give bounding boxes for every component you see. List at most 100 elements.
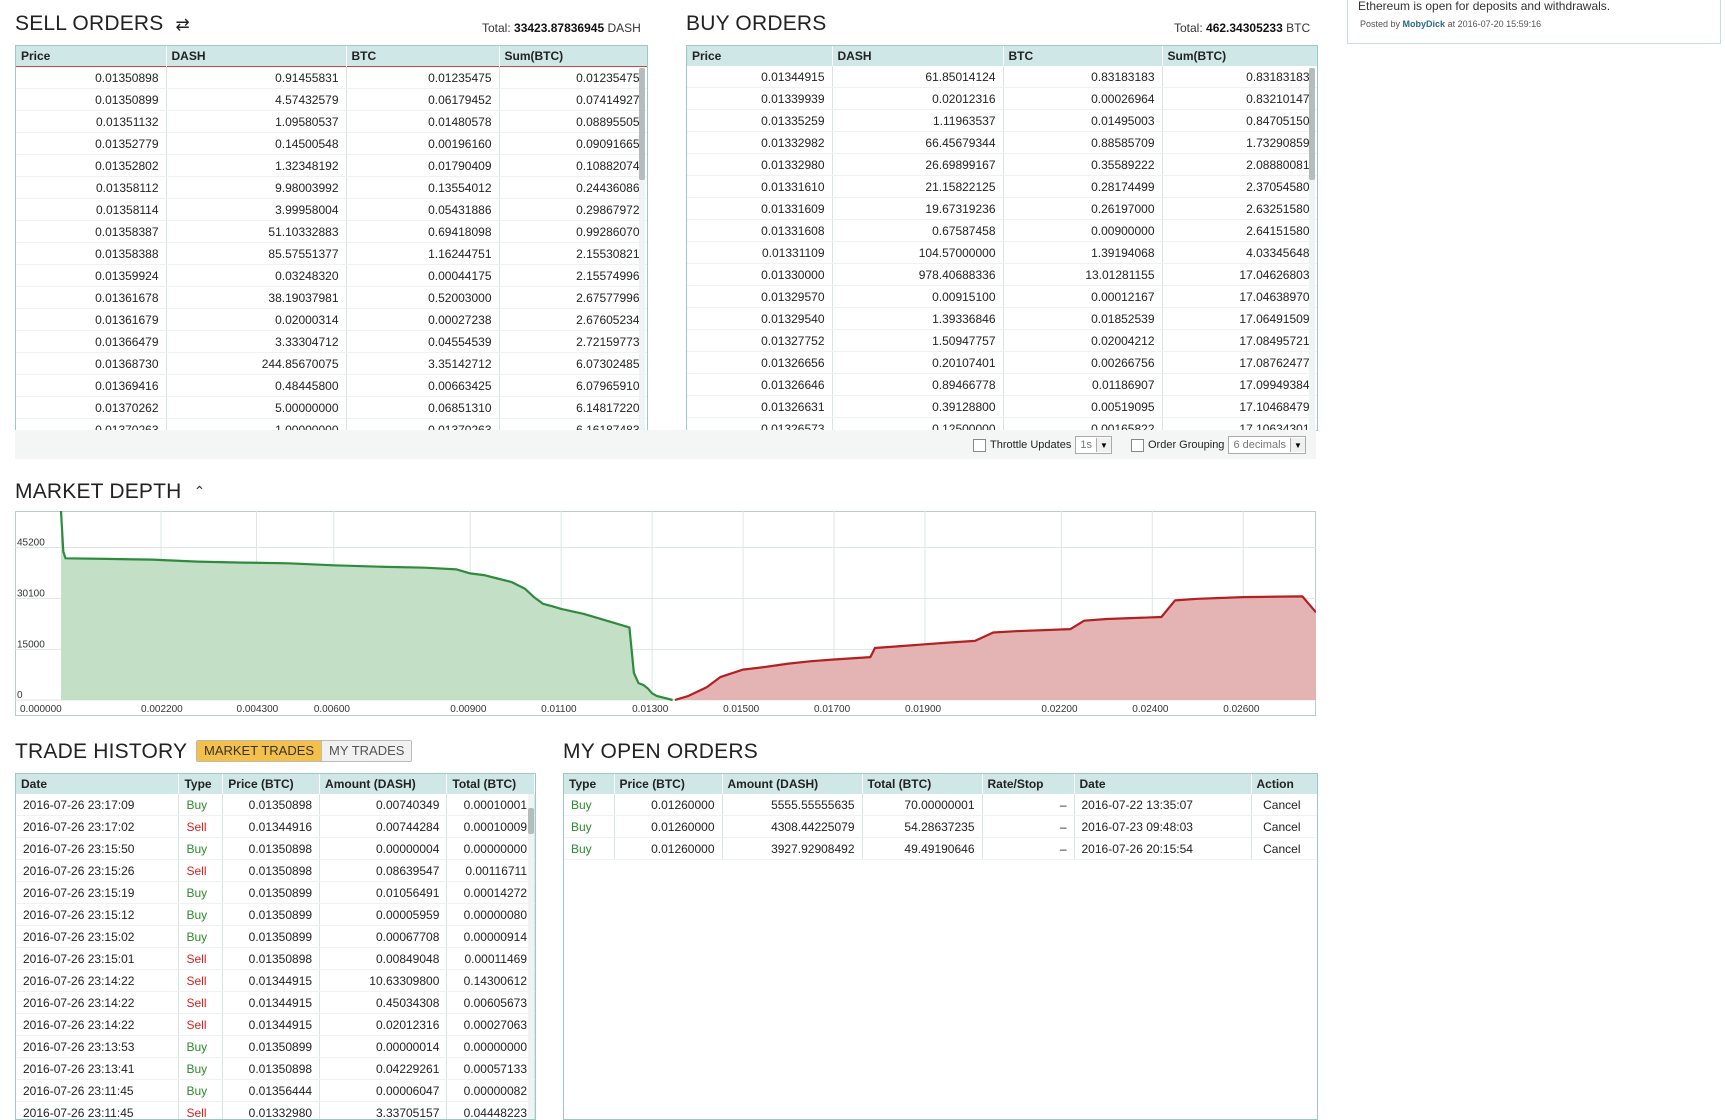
trade-row[interactable]: 2016-07-26 23:14:22Sell0.0134491510.6330…: [16, 970, 535, 992]
trade-row[interactable]: 2016-07-26 23:15:26Sell0.013508980.08639…: [16, 860, 535, 882]
cancel-order-button[interactable]: Cancel: [1251, 794, 1317, 816]
sell-order-row[interactable]: 0.013511321.095805370.014805780.08895505: [16, 111, 647, 133]
open-orders-header-5[interactable]: Date: [1074, 774, 1251, 794]
open-orders-header-0[interactable]: Type: [564, 774, 614, 794]
buy-order-row[interactable]: 0.013266310.391288000.0051909517.1046847…: [687, 396, 1317, 418]
order-grouping-select[interactable]: 6 decimals ▼: [1228, 436, 1306, 454]
trade-cell: 2016-07-26 23:14:22: [16, 970, 179, 992]
sell-order-row[interactable]: 0.013527790.145005480.001961600.09091665: [16, 133, 647, 155]
buy-scrollbar[interactable]: [1309, 68, 1315, 430]
sell-order-row[interactable]: 0.013508994.574325790.061794520.07414927: [16, 89, 647, 111]
sell-scroll-thumb[interactable]: [639, 68, 645, 180]
sell-order-row[interactable]: 0.013508980.914558310.012354750.01235475: [16, 67, 647, 89]
sell-order-row[interactable]: 0.013581129.980039920.135540120.24436086: [16, 177, 647, 199]
buy-order-row[interactable]: 0.01330000978.4068833613.0128115517.0462…: [687, 264, 1317, 286]
throttle-updates-checkbox[interactable]: [973, 439, 986, 452]
trade-row[interactable]: 2016-07-26 23:15:12Buy0.013508990.000059…: [16, 904, 535, 926]
trade-row[interactable]: 2016-07-26 23:15:19Buy0.013508990.010564…: [16, 882, 535, 904]
trade-row[interactable]: 2016-07-26 23:13:53Buy0.013508990.000000…: [16, 1036, 535, 1058]
trade-row[interactable]: 2016-07-26 23:14:22Sell0.013449150.02012…: [16, 1014, 535, 1036]
open-order-row[interactable]: Buy0.012600005555.5555563570.00000001–20…: [564, 794, 1317, 816]
open-order-row[interactable]: Buy0.012600004308.4422507954.28637235–20…: [564, 816, 1317, 838]
sell-order-row[interactable]: 0.01368730244.856700753.351427126.073024…: [16, 353, 647, 375]
buy-order-row[interactable]: 0.013277521.509477570.0200421217.0849572…: [687, 330, 1317, 352]
trade-row[interactable]: 2016-07-26 23:13:41Buy0.013508980.042292…: [16, 1058, 535, 1080]
sell-header-3[interactable]: Sum(BTC): [499, 46, 647, 67]
buy-order-row[interactable]: 0.013295700.009151000.0001216717.0463897…: [687, 286, 1317, 308]
buy-order-cell: 0.01495003: [1003, 110, 1162, 132]
buy-order-row[interactable]: 0.013266460.894667780.0118690717.0994938…: [687, 374, 1317, 396]
sell-scrollbar[interactable]: [639, 68, 645, 430]
open-orders-header-2[interactable]: Amount (DASH): [722, 774, 862, 794]
sell-order-cell: 2.67577996: [499, 287, 647, 309]
open-order-row[interactable]: Buy0.012600003927.9290849249.49190646–20…: [564, 838, 1317, 860]
sell-order-row[interactable]: 0.013599240.032483200.000441752.15574996: [16, 265, 647, 287]
sell-order-row[interactable]: 0.013664793.333047120.045545392.72159773: [16, 331, 647, 353]
sell-order-cell: 5.00000000: [166, 397, 346, 419]
sell-header-2[interactable]: BTC: [346, 46, 499, 67]
sell-header-0[interactable]: Price: [16, 46, 166, 67]
news-author-link[interactable]: MobyDick: [1403, 19, 1446, 29]
open-orders-header-6[interactable]: Action: [1251, 774, 1317, 794]
sell-order-row[interactable]: 0.013581143.999580040.054318860.29867972: [16, 199, 647, 221]
trade-history-header-1[interactable]: Type: [179, 774, 223, 794]
buy-order-cell: 2.63251580: [1162, 198, 1317, 220]
trade-row[interactable]: 2016-07-26 23:17:09Buy0.013508980.007403…: [16, 794, 535, 816]
trade-cell: Buy: [179, 1080, 223, 1102]
buy-scroll-thumb[interactable]: [1309, 68, 1315, 180]
open-orders-header-3[interactable]: Total (BTC): [862, 774, 982, 794]
buy-order-row[interactable]: 0.01331109104.570000001.391940684.033456…: [687, 242, 1317, 264]
sell-order-row[interactable]: 0.0135838751.103328830.694180980.9928607…: [16, 221, 647, 243]
trade-cell: 2016-07-26 23:11:45: [16, 1102, 179, 1120]
trade-row[interactable]: 2016-07-26 23:17:02Sell0.013449160.00744…: [16, 816, 535, 838]
sell-order-row[interactable]: 0.0136167838.190379810.520030002.6757799…: [16, 287, 647, 309]
buy-order-row[interactable]: 0.0133298026.698991670.355892222.0888008…: [687, 154, 1317, 176]
tab-market-trades[interactable]: MARKET TRADES: [197, 741, 322, 761]
order-grouping-checkbox[interactable]: [1131, 439, 1144, 452]
trade-row[interactable]: 2016-07-26 23:15:01Sell0.013508980.00849…: [16, 948, 535, 970]
buy-order-row[interactable]: 0.013352591.119635370.014950030.84705150: [687, 110, 1317, 132]
buy-header-0[interactable]: Price: [687, 46, 832, 66]
buy-order-row[interactable]: 0.013295401.393368460.0185253917.0649150…: [687, 308, 1317, 330]
buy-header-2[interactable]: BTC: [1003, 46, 1162, 66]
trade-row[interactable]: 2016-07-26 23:11:45Buy0.013564440.000060…: [16, 1080, 535, 1102]
cancel-order-button[interactable]: Cancel: [1251, 816, 1317, 838]
trade-history-header-0[interactable]: Date: [16, 774, 179, 794]
sell-order-row[interactable]: 0.013702625.000000000.068513106.14817220: [16, 397, 647, 419]
chevron-up-icon[interactable]: ⌃: [194, 483, 206, 499]
buy-order-row[interactable]: 0.013316080.675874580.009000002.64151580: [687, 220, 1317, 242]
swap-icon[interactable]: ⇄: [176, 15, 190, 34]
buy-header-3[interactable]: Sum(BTC): [1162, 46, 1317, 66]
buy-order-row[interactable]: 0.0133298266.456793440.885857091.7329085…: [687, 132, 1317, 154]
trade-history-scroll-thumb[interactable]: [528, 808, 534, 834]
cancel-order-button[interactable]: Cancel: [1251, 838, 1317, 860]
buy-order-row[interactable]: 0.013399390.020123160.000269640.83210147: [687, 88, 1317, 110]
trade-row[interactable]: 2016-07-26 23:15:02Buy0.013508990.000677…: [16, 926, 535, 948]
x-tick-label: 0.01100: [541, 704, 577, 715]
buy-order-row[interactable]: 0.0133161021.158221250.281744992.3705458…: [687, 176, 1317, 198]
sell-order-row[interactable]: 0.013616790.020003140.000272382.67605234: [16, 309, 647, 331]
buy-order-row[interactable]: 0.0134491561.850141240.831831830.8318318…: [687, 66, 1317, 88]
trade-history-header-4[interactable]: Total (BTC): [447, 774, 535, 794]
buy-order-cell: 0.39128800: [832, 396, 1003, 418]
trade-row[interactable]: 2016-07-26 23:15:50Buy0.013508980.000000…: [16, 838, 535, 860]
trade-cell: 0.45034308: [320, 992, 447, 1014]
sell-order-row[interactable]: 0.013528021.323481920.017904090.10882074: [16, 155, 647, 177]
buy-header-1[interactable]: DASH: [832, 46, 1003, 66]
buy-order-row[interactable]: 0.0133160919.673192360.261970002.6325158…: [687, 198, 1317, 220]
trade-history-header-3[interactable]: Amount (DASH): [320, 774, 447, 794]
open-orders-header-1[interactable]: Price (BTC): [614, 774, 722, 794]
sell-header-1[interactable]: DASH: [166, 46, 346, 67]
sell-order-row[interactable]: 0.013694160.484458000.006634256.07965910: [16, 375, 647, 397]
trade-history-scrollbar[interactable]: [528, 794, 534, 1119]
trade-row[interactable]: 2016-07-26 23:14:22Sell0.013449150.45034…: [16, 992, 535, 1014]
buy-order-row[interactable]: 0.013266560.201074010.0026675617.0876247…: [687, 352, 1317, 374]
sell-order-row[interactable]: 0.0135838885.575513771.162447512.1553082…: [16, 243, 647, 265]
tab-my-trades[interactable]: MY TRADES: [322, 741, 411, 761]
sell-order-cell: 0.24436086: [499, 177, 647, 199]
throttle-interval-select[interactable]: 1s ▼: [1075, 436, 1112, 454]
trade-history-header-2[interactable]: Price (BTC): [223, 774, 320, 794]
buy-order-row[interactable]: 0.013265730.125000000.0016582217.1063430…: [687, 418, 1317, 432]
trade-row[interactable]: 2016-07-26 23:11:45Sell0.013329803.33705…: [16, 1102, 535, 1120]
open-orders-header-4[interactable]: Rate/Stop: [982, 774, 1074, 794]
